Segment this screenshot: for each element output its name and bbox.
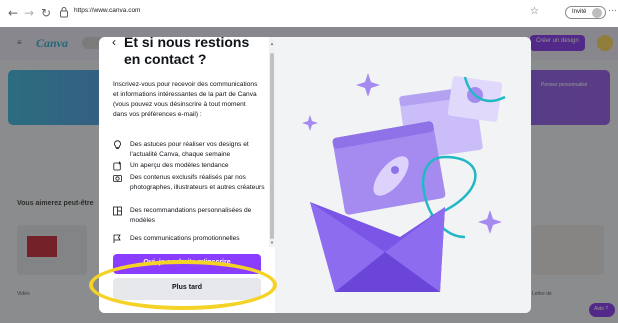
profile-label: Invité [572,9,587,15]
url-text: https://www.canva.com [74,7,141,14]
scroll-down-icon[interactable]: ▼ [270,240,274,245]
sparkle-icon [356,73,380,97]
back-chevron-icon[interactable]: ‹ [112,37,116,49]
profile-button[interactable]: Invité [565,6,606,19]
modal-title: Et si nous restions en contact ? [124,37,250,67]
scrollbar-thumb[interactable] [270,53,274,239]
flag-icon [113,234,123,244]
back-arrow-icon[interactable]: ← [6,6,20,20]
list-item-text: Des recommandations personnalisées de mo… [130,207,252,224]
modal-scroll-area: ‹ Et si nous restions en contact ? Inscr… [99,37,269,247]
reload-icon[interactable]: ↻ [39,6,53,20]
list-item-text: Des communications promotionnelles [130,235,240,242]
sparkle-icon [478,210,502,234]
highlight-annotation [89,260,277,310]
lightbulb-icon [113,140,123,150]
scroll-up-icon[interactable]: ▲ [270,41,274,46]
sparkle-plus-icon [113,161,123,171]
forward-arrow-icon[interactable]: → [22,6,36,20]
template-icon [113,206,123,216]
modal-illustration-panel [275,37,531,313]
address-bar[interactable]: https://www.canva.com [57,5,517,21]
modal-intro-text: Inscrivez-vous pour recevoir des communi… [113,81,258,118]
more-icon[interactable]: ··· [608,5,617,15]
lock-icon [60,7,68,18]
star-icon[interactable]: ☆ [530,6,539,17]
rocket-window [391,166,399,174]
camera-icon [113,173,123,183]
list-item-text: Des astuces pour réaliser vos designs et… [130,141,249,158]
avatar [592,8,602,18]
sparkle-icon [302,115,318,131]
browser-toolbar: ← → ↻ https://www.canva.com ☆ Invité ··· [0,0,618,28]
envelope-rocket-illustration [302,73,506,292]
list-item-text: Des contenus exclusifs réalisés par nos … [130,174,265,191]
list-item-text: Un aperçu des modèles tendance [130,162,229,169]
